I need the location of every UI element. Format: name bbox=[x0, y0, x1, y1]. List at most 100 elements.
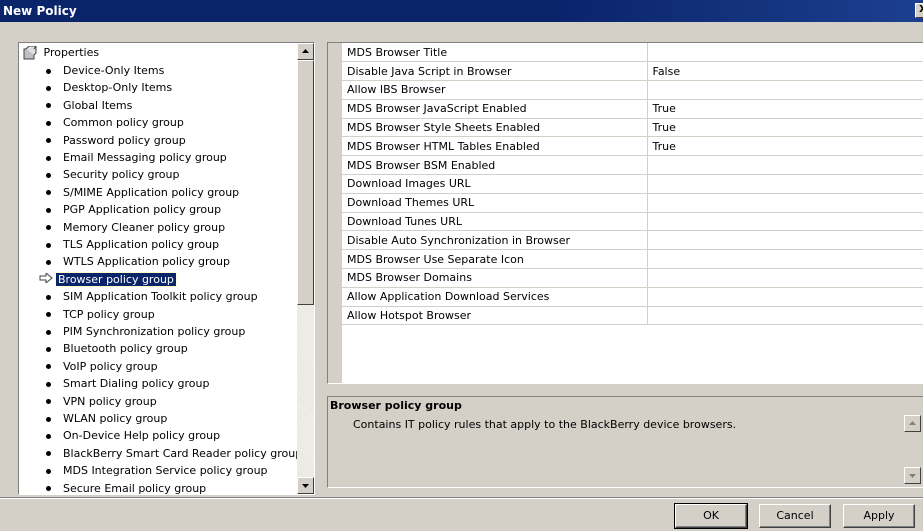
property-value[interactable] bbox=[647, 268, 923, 288]
property-value[interactable]: True bbox=[647, 118, 923, 138]
desc-scroll-up-button[interactable] bbox=[904, 415, 921, 432]
property-row[interactable]: Download Themes URL bbox=[342, 193, 923, 213]
property-name: Allow Hotspot Browser bbox=[342, 306, 648, 326]
tree-item[interactable]: Browser policy group bbox=[39, 271, 177, 288]
property-row[interactable]: MDS Browser Domains bbox=[342, 268, 923, 288]
properties-icon bbox=[23, 45, 37, 60]
property-value[interactable] bbox=[647, 230, 923, 251]
property-row[interactable]: Disable Auto Synchronization in Browser bbox=[342, 230, 923, 251]
property-value[interactable] bbox=[647, 249, 923, 270]
scroll-thumb[interactable] bbox=[297, 60, 314, 305]
ok-button[interactable]: OK bbox=[674, 503, 748, 529]
property-value[interactable]: True bbox=[647, 99, 923, 119]
description-title: Browser policy group bbox=[330, 399, 462, 412]
property-row[interactable]: Download Images URL bbox=[342, 174, 923, 194]
tree-item-label: TLS Application policy group bbox=[63, 238, 220, 251]
tree-root-properties[interactable]: Properties bbox=[23, 44, 99, 61]
property-value[interactable] bbox=[647, 155, 923, 176]
tree-item[interactable]: Global Items bbox=[43, 97, 134, 114]
property-value[interactable] bbox=[647, 80, 923, 100]
tree-item[interactable]: Security policy group bbox=[43, 166, 182, 183]
tree-item[interactable]: S/MIME Application policy group bbox=[43, 184, 241, 201]
tree-scrollbar[interactable] bbox=[297, 43, 314, 494]
tree-item-label: PGP Application policy group bbox=[63, 203, 222, 217]
property-value[interactable]: False bbox=[647, 61, 923, 82]
property-name: MDS Browser Title bbox=[342, 43, 648, 63]
arrow-up-icon bbox=[909, 421, 916, 425]
property-value[interactable] bbox=[647, 287, 923, 307]
property-value[interactable] bbox=[647, 174, 923, 194]
tree-item-label: Smart Dialing policy group bbox=[63, 377, 210, 391]
description-text: Contains IT policy rules that apply to t… bbox=[353, 418, 737, 431]
tree-item-label: WTLS Application policy group bbox=[63, 255, 230, 269]
property-name: Download Tunes URL bbox=[342, 212, 648, 232]
property-name: Disable Java Script in Browser bbox=[342, 61, 648, 82]
tree-item[interactable]: WLAN policy group bbox=[43, 410, 169, 427]
property-row[interactable]: Disable Java Script in Browser False bbox=[342, 61, 923, 82]
bullet-icon bbox=[46, 225, 51, 231]
scroll-down-button[interactable] bbox=[297, 477, 314, 494]
tree-item-label: Email Messaging policy group bbox=[63, 151, 227, 164]
tree-item[interactable]: Common policy group bbox=[43, 114, 186, 131]
tree-item-label: Bluetooth policy group bbox=[63, 342, 188, 356]
tree-item[interactable]: On-Device Help policy group bbox=[43, 427, 222, 444]
bullet-icon bbox=[46, 242, 51, 248]
tree-item-label: Memory Cleaner policy group bbox=[63, 220, 226, 234]
tree-item[interactable]: Bluetooth policy group bbox=[43, 340, 190, 357]
tree-item[interactable]: Device-Only Items bbox=[43, 62, 166, 79]
tree-item[interactable]: Memory Cleaner policy group bbox=[43, 219, 227, 236]
grid-gutter bbox=[328, 43, 342, 383]
property-row[interactable]: Download Tunes URL bbox=[342, 212, 923, 232]
tree-item-label: VPN policy group bbox=[63, 394, 157, 408]
title-bar: New Policy X bbox=[0, 0, 923, 22]
desc-scroll-down-button[interactable] bbox=[904, 467, 921, 484]
close-button[interactable]: X bbox=[915, 3, 923, 18]
property-row[interactable]: MDS Browser Title bbox=[342, 43, 923, 63]
property-row[interactable]: MDS Browser BSM Enabled bbox=[342, 155, 923, 176]
property-value[interactable] bbox=[647, 212, 923, 232]
tree-item[interactable]: WTLS Application policy group bbox=[43, 253, 232, 270]
bullet-icon bbox=[46, 364, 51, 370]
property-row[interactable]: Allow Application Download Services bbox=[342, 287, 923, 307]
tree-item[interactable]: PIM Synchronization policy group bbox=[43, 323, 247, 340]
apply-button[interactable]: Apply bbox=[843, 504, 915, 528]
tree-item[interactable]: VoIP policy group bbox=[43, 358, 160, 375]
tree-item[interactable]: Password policy group bbox=[43, 132, 188, 149]
bullet-icon bbox=[46, 399, 51, 405]
tree-item[interactable]: VPN policy group bbox=[43, 393, 159, 410]
tree-item[interactable]: Secure Email policy group bbox=[43, 480, 208, 494]
property-row[interactable]: MDS Browser HTML Tables Enabled True bbox=[342, 136, 923, 157]
tree-item[interactable]: Desktop-Only Items bbox=[43, 79, 174, 96]
tree-list: Properties Device-Only Items Desktop-Only… bbox=[19, 43, 297, 494]
tree-item[interactable]: PGP Application policy group bbox=[43, 201, 223, 218]
scroll-up-button[interactable] bbox=[297, 43, 314, 60]
property-row[interactable]: MDS Browser JavaScript Enabled True bbox=[342, 99, 923, 119]
tree-root-label: Properties bbox=[43, 46, 100, 59]
property-value[interactable] bbox=[647, 306, 923, 326]
bullet-icon bbox=[46, 329, 51, 335]
tree-item[interactable]: SIM Application Toolkit policy group bbox=[43, 288, 260, 305]
tree-item-label: BlackBerry Smart Card Reader policy grou… bbox=[63, 446, 297, 460]
property-value[interactable]: True bbox=[647, 136, 923, 157]
tree-item[interactable]: TCP policy group bbox=[43, 306, 157, 323]
button-separator bbox=[0, 497, 923, 499]
tree-item[interactable]: BlackBerry Smart Card Reader policy grou… bbox=[43, 445, 297, 462]
tree-item[interactable]: Smart Dialing policy group bbox=[43, 375, 211, 392]
bullet-icon bbox=[46, 312, 51, 318]
cancel-button[interactable]: Cancel bbox=[759, 504, 831, 528]
tree-item-label: SIM Application Toolkit policy group bbox=[63, 290, 258, 304]
property-value[interactable] bbox=[647, 193, 923, 213]
property-name: MDS Browser Style Sheets Enabled bbox=[342, 118, 648, 138]
apply-label: Apply bbox=[863, 509, 895, 522]
tree-item[interactable]: TLS Application policy group bbox=[43, 236, 221, 253]
property-name: Download Themes URL bbox=[342, 193, 648, 213]
description-scrollbar[interactable] bbox=[904, 415, 921, 485]
property-value[interactable] bbox=[647, 43, 923, 63]
property-row[interactable]: Allow Hotspot Browser bbox=[342, 306, 923, 326]
tree-item[interactable]: Email Messaging policy group bbox=[43, 149, 229, 166]
property-name: MDS Browser JavaScript Enabled bbox=[342, 99, 648, 119]
property-row[interactable]: MDS Browser Use Separate Icon bbox=[342, 249, 923, 270]
property-row[interactable]: Allow IBS Browser bbox=[342, 80, 923, 100]
property-row[interactable]: MDS Browser Style Sheets Enabled True bbox=[342, 118, 923, 138]
tree-item[interactable]: MDS Integration Service policy group bbox=[43, 462, 270, 479]
